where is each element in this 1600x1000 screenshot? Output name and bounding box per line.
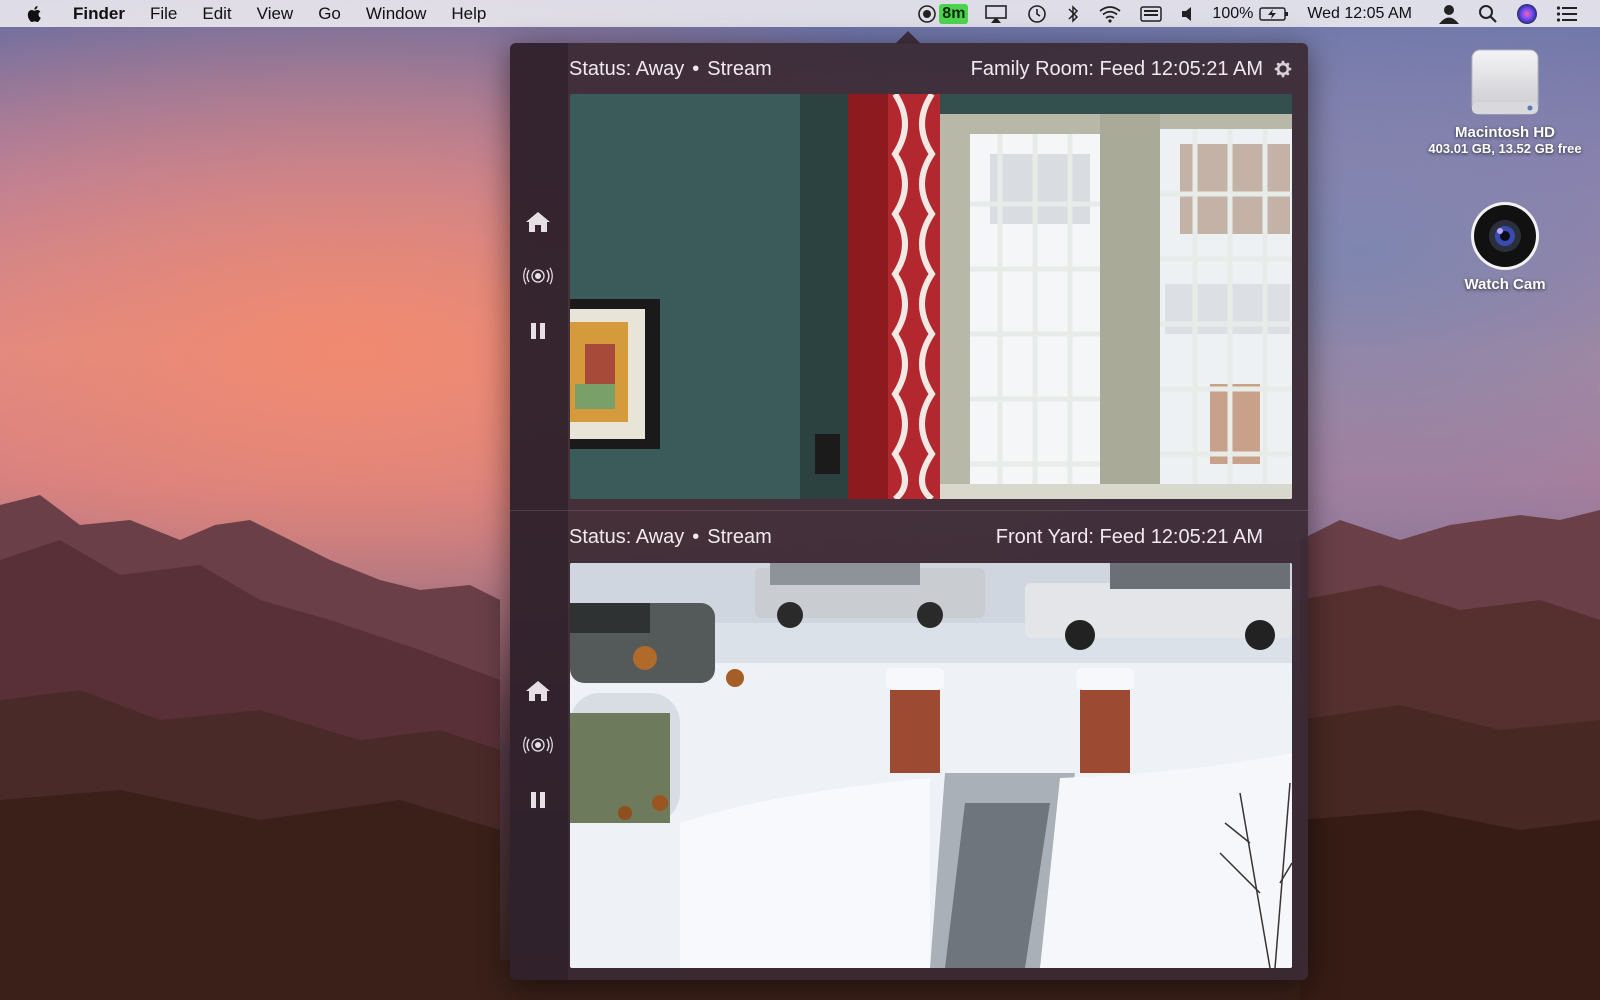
status-separator: • (692, 525, 700, 548)
menu-app-finder[interactable]: Finder (73, 4, 125, 24)
volume-icon[interactable] (1180, 0, 1194, 27)
camera-2-stream-link[interactable]: Stream (707, 526, 771, 549)
gear-icon[interactable] (1272, 58, 1294, 80)
camera-2-pause-button[interactable] (523, 785, 553, 815)
bluetooth-icon[interactable] (1066, 0, 1080, 27)
status-separator: • (692, 57, 700, 80)
hard-drive-icon (1471, 49, 1539, 115)
camera-2-status-text: Status: Away (569, 525, 685, 548)
camera-1-feed-title: Family Room: Feed 12:05:21 AM (970, 57, 1263, 80)
motion-detect-icon (523, 267, 553, 285)
siri-icon[interactable] (1516, 0, 1538, 27)
motion-detect-icon (523, 736, 553, 754)
desktop-app-watch-cam[interactable]: Watch Cam (1445, 200, 1565, 293)
watch-cam-popover: Status: Away • Stream Family Room: Feed … (510, 43, 1308, 980)
spotlight-icon[interactable] (1478, 0, 1498, 27)
camera-divider (510, 510, 1308, 511)
record-icon (918, 4, 937, 23)
menubar-clock[interactable]: Wed 12:05 AM (1307, 5, 1412, 23)
menu-file[interactable]: File (150, 4, 177, 24)
pause-icon (531, 323, 545, 339)
camera-1-status: Status: Away • Stream (569, 54, 772, 84)
battery-icon[interactable] (1259, 0, 1289, 27)
timer-badge: 8m (939, 3, 969, 24)
camera-1-home-button[interactable] (523, 207, 553, 237)
camera-1-video-feed[interactable] (570, 94, 1292, 499)
camera-2-status: Status: Away • Stream (569, 522, 772, 552)
menu-bar: Finder File Edit View Go Window Help 8m … (0, 0, 1600, 27)
menu-help[interactable]: Help (451, 4, 486, 24)
home-icon (526, 212, 550, 232)
battery-percent: 100% (1212, 4, 1254, 22)
menu-window[interactable]: Window (366, 4, 426, 24)
menu-edit[interactable]: Edit (202, 4, 231, 24)
camera-1-status-text: Status: Away (569, 57, 685, 80)
disk-detail: 403.01 GB, 13.52 GB free (1428, 141, 1582, 156)
watchcam-status-item[interactable]: 8m (917, 0, 969, 27)
user-icon[interactable] (1438, 0, 1460, 27)
pause-icon (531, 792, 545, 808)
notification-center-icon[interactable] (1556, 0, 1578, 27)
app-name: Watch Cam (1464, 276, 1546, 293)
camera-2-video-feed[interactable] (570, 563, 1292, 968)
time-machine-icon[interactable] (1026, 0, 1048, 27)
camera-1-pause-button[interactable] (523, 316, 553, 346)
camera-sidebar (510, 43, 568, 980)
desktop-disk-macintosh-hd[interactable]: Macintosh HD 403.01 GB, 13.52 GB free (1405, 44, 1600, 156)
watch-cam-app-icon (1471, 202, 1539, 270)
menu-go[interactable]: Go (318, 4, 341, 24)
input-menu-icon[interactable] (1140, 0, 1163, 27)
disk-name: Macintosh HD (1454, 124, 1555, 141)
home-icon (526, 681, 550, 701)
apple-icon[interactable] (25, 4, 45, 24)
wifi-icon[interactable] (1098, 0, 1122, 27)
camera-2-motion-button[interactable] (523, 730, 553, 760)
camera-2-home-button[interactable] (523, 676, 553, 706)
menu-view[interactable]: View (257, 4, 294, 24)
camera-1-stream-link[interactable]: Stream (707, 58, 771, 81)
camera-2-feed-title: Front Yard: Feed 12:05:21 AM (995, 525, 1263, 548)
camera-1-motion-button[interactable] (523, 261, 553, 291)
airplay-icon[interactable] (984, 0, 1008, 27)
